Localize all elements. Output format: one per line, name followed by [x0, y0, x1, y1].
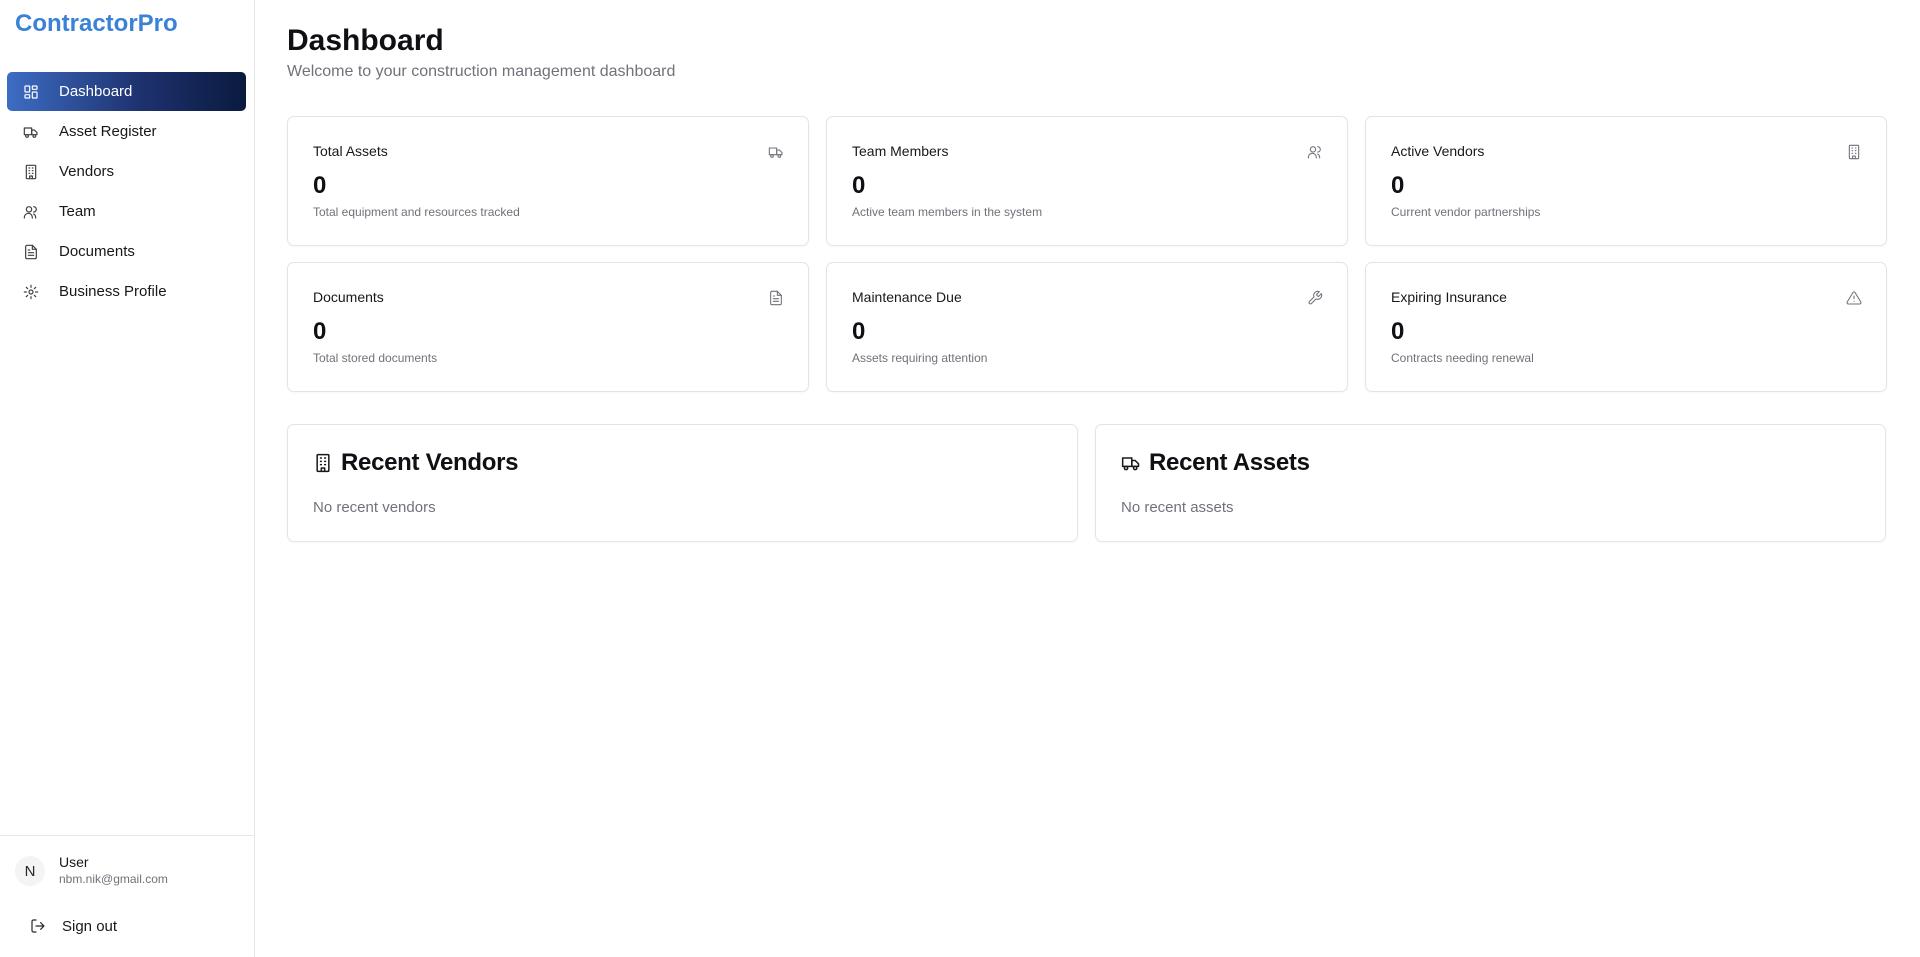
sidebar-item-label: Asset Register — [59, 123, 157, 140]
log-out-icon — [31, 919, 45, 933]
stat-card-total-assets: Total Assets 0 Total equipment and resou… — [287, 116, 809, 246]
empty-state-text: No recent vendors — [313, 499, 436, 516]
sidebar-item-dashboard[interactable]: Dashboard — [7, 72, 246, 111]
stat-value: 0 — [313, 318, 327, 345]
page-subtitle: Welcome to your construction management … — [287, 63, 676, 80]
sidebar-item-business-profile[interactable]: Business Profile — [7, 272, 246, 311]
sidebar-item-label: Vendors — [59, 163, 115, 180]
sidebar-nav: Dashboard Asset Register Vendors Team Do… — [7, 72, 246, 312]
panel-header: Recent Vendors — [313, 449, 519, 477]
sidebar-item-team[interactable]: Team — [7, 192, 246, 231]
recent-vendors-panel: Recent Vendors No recent vendors — [287, 424, 1078, 542]
sidebar: ContractorPro Dashboard Asset Register V… — [0, 0, 255, 957]
stat-description: Assets requiring attention — [852, 351, 988, 365]
stat-value: 0 — [1391, 318, 1405, 345]
stat-card-active-vendors: Active Vendors 0 Current vendor partners… — [1365, 116, 1887, 246]
brand-logo[interactable]: ContractorPro — [15, 10, 178, 38]
stat-description: Total equipment and resources tracked — [313, 205, 520, 219]
alert-triangle-icon — [1846, 290, 1862, 306]
stat-label: Active Vendors — [1391, 143, 1485, 159]
stat-label: Maintenance Due — [852, 289, 962, 305]
stat-value: 0 — [1391, 172, 1405, 199]
user-email: nbm.nik@gmail.com — [59, 872, 168, 886]
stat-description: Contracts needing renewal — [1391, 351, 1534, 365]
stat-label: Documents — [313, 289, 384, 305]
file-text-icon — [23, 244, 39, 260]
stat-card-team-members: Team Members 0 Active team members in th… — [826, 116, 1348, 246]
stat-description: Active team members in the system — [852, 205, 1043, 219]
wrench-icon — [1307, 290, 1323, 306]
panel-header: Recent Assets — [1121, 449, 1310, 477]
file-text-icon — [768, 290, 784, 306]
panel-title: Recent Vendors — [341, 449, 519, 476]
dashboard-icon — [23, 84, 39, 100]
sidebar-item-label: Dashboard — [59, 83, 133, 100]
users-icon — [23, 204, 39, 220]
sidebar-footer: N User nbm.nik@gmail.com Sign out — [0, 835, 254, 957]
users-icon — [1307, 144, 1323, 160]
sidebar-item-asset-register[interactable]: Asset Register — [7, 112, 246, 151]
stat-value: 0 — [852, 318, 866, 345]
sign-out-label: Sign out — [62, 917, 118, 935]
sidebar-item-label: Documents — [59, 243, 135, 260]
building-icon — [23, 164, 39, 180]
stat-label: Total Assets — [313, 143, 388, 159]
stat-description: Total stored documents — [313, 351, 438, 365]
sidebar-item-vendors[interactable]: Vendors — [7, 152, 246, 191]
truck-icon — [1121, 457, 1140, 471]
building-icon — [316, 453, 330, 473]
stat-card-expiring-insurance: Expiring Insurance 0 Contracts needing r… — [1365, 262, 1887, 392]
sidebar-item-label: Team — [59, 203, 96, 220]
stat-card-maintenance-due: Maintenance Due 0 Assets requiring atten… — [826, 262, 1348, 392]
building-icon — [1846, 144, 1862, 160]
truck-icon — [768, 144, 784, 160]
stat-card-documents: Documents 0 Total stored documents — [287, 262, 809, 392]
truck-icon — [23, 124, 39, 140]
user-name: User — [59, 854, 89, 870]
panel-title: Recent Assets — [1149, 449, 1310, 476]
stat-value: 0 — [852, 172, 866, 199]
sidebar-item-label: Business Profile — [59, 283, 167, 300]
sidebar-item-documents[interactable]: Documents — [7, 232, 246, 271]
stat-value: 0 — [313, 172, 327, 199]
stat-label: Team Members — [852, 143, 949, 159]
recent-assets-panel: Recent Assets No recent assets — [1095, 424, 1886, 542]
avatar[interactable]: N — [15, 856, 45, 886]
stat-label: Expiring Insurance — [1391, 289, 1507, 305]
sign-out-button[interactable]: Sign out — [22, 908, 232, 944]
page-title: Dashboard — [287, 24, 444, 57]
gear-icon — [23, 284, 39, 300]
empty-state-text: No recent assets — [1121, 499, 1234, 516]
stat-description: Current vendor partnerships — [1391, 205, 1541, 219]
